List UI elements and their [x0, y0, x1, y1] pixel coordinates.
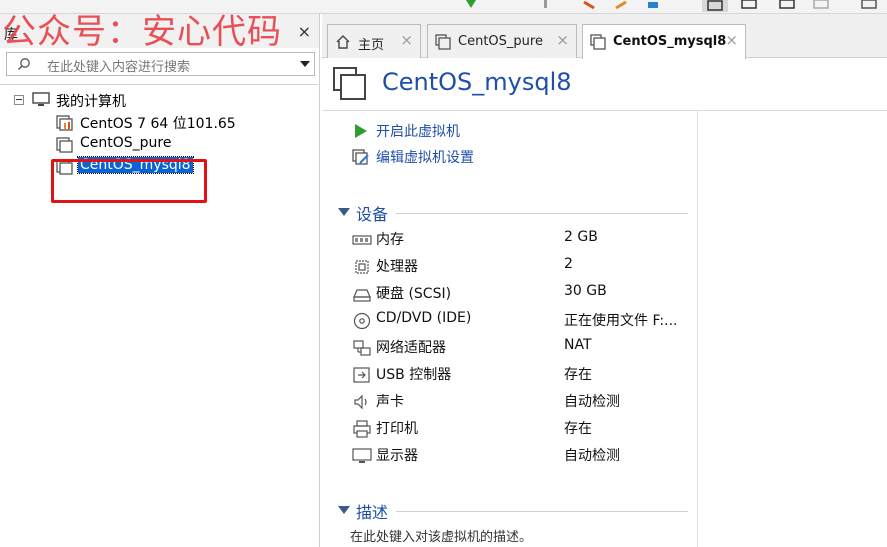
vm-icon — [590, 34, 606, 50]
collapse-icon[interactable] — [14, 95, 24, 105]
section-divider — [396, 213, 688, 214]
vm-details-panel: 开启此虚拟机 编辑虚拟机设置 设备 内存 2 GB 处理器 2 硬盘 (SCSI… — [322, 111, 698, 547]
collapse-arrow-icon[interactable] — [338, 506, 350, 514]
power-on-icon[interactable] — [464, 0, 478, 10]
play-icon — [355, 124, 367, 138]
console-view-icon[interactable] — [860, 0, 878, 10]
tree-root-my-computer[interactable]: 我的计算机 — [0, 91, 318, 111]
vm-icon — [56, 137, 73, 153]
search-placeholder: 在此处键入内容进行搜索 — [47, 60, 191, 75]
display-icon — [352, 448, 372, 463]
description-section-header[interactable]: 描述 — [336, 499, 688, 522]
device-value: 存在 — [564, 367, 592, 383]
tab-centos-pure[interactable]: CentOS_pure × — [427, 24, 577, 58]
tab-bar: 主页 × CentOS_pure × CentOS_mysql8 × — [322, 14, 887, 59]
device-name: USB 控制器 — [376, 367, 452, 383]
device-name: 硬盘 (SCSI) — [376, 286, 452, 302]
device-name: 内存 — [376, 232, 404, 248]
device-row-sound-card[interactable]: 声卡 自动检测 — [352, 391, 692, 413]
description-input[interactable]: 在此处键入对该虚拟机的描述。 — [350, 526, 532, 545]
device-row-memory[interactable]: 内存 2 GB — [352, 229, 692, 251]
tree-item-label: CentOS_pure — [80, 135, 172, 151]
network-adapter-icon — [353, 340, 371, 356]
device-row-display[interactable]: 显示器 自动检测 — [352, 445, 692, 467]
device-name: 打印机 — [376, 421, 418, 437]
highlight-box — [51, 159, 207, 203]
description-section-label: 描述 — [356, 503, 389, 522]
hard-disk-icon — [353, 289, 371, 302]
main-area: 主页 × CentOS_pure × CentOS_mysql8 × CentO… — [322, 14, 887, 547]
devices-section-header[interactable]: 设备 — [336, 201, 688, 224]
tab-label: 主页 — [358, 38, 385, 53]
tree-root-label: 我的计算机 — [56, 94, 126, 110]
library-search-input[interactable]: 在此处键入内容进行搜索 — [6, 52, 315, 76]
device-name: 声卡 — [376, 394, 404, 410]
revert-icon[interactable] — [614, 0, 628, 10]
tab-label: CentOS_pure — [458, 34, 543, 49]
memory-icon — [352, 235, 372, 245]
suspend-icon[interactable] — [540, 0, 552, 10]
library-close-button[interactable]: × — [298, 22, 311, 41]
device-value: 自动检测 — [564, 448, 620, 464]
action-label: 编辑虚拟机设置 — [376, 150, 474, 166]
action-label: 开启此虚拟机 — [376, 124, 460, 140]
vm-title: CentOS_mysql8 — [382, 68, 572, 96]
manage-snapshots-icon[interactable] — [646, 0, 660, 10]
tree-item-label: CentOS 7 64 位101.65 — [80, 116, 236, 132]
device-row-usb[interactable]: USB 控制器 存在 — [352, 364, 692, 386]
device-row-cd-dvd[interactable]: CD/DVD (IDE) 正在使用文件 F:... — [352, 310, 692, 332]
device-value: 2 — [564, 256, 573, 272]
library-panel: 库 × 在此处键入内容进行搜索 我的计算机 CentOS 7 64 位101.6… — [0, 14, 320, 547]
collapse-arrow-icon[interactable] — [338, 208, 350, 216]
device-row-network-adapter[interactable]: 网络适配器 NAT — [352, 337, 692, 359]
vm-large-icon — [333, 67, 366, 100]
tab-centos-mysql8[interactable]: CentOS_mysql8 × — [582, 24, 746, 59]
search-dropdown-icon[interactable] — [300, 61, 310, 67]
sound-card-icon — [354, 394, 367, 410]
tab-close-icon[interactable]: × — [400, 31, 413, 49]
library-tree: 我的计算机 CentOS 7 64 位101.65 CentOS_pure Ce… — [0, 84, 318, 547]
device-value: 存在 — [564, 421, 592, 437]
view-library-icon[interactable] — [702, 0, 728, 12]
device-value: 30 GB — [564, 283, 607, 299]
computer-icon — [32, 92, 50, 106]
usb-icon — [353, 367, 370, 383]
tab-close-icon[interactable]: × — [556, 31, 569, 49]
device-row-processor[interactable]: 处理器 2 — [352, 256, 692, 278]
tree-item-centos-pure[interactable]: CentOS_pure — [0, 135, 318, 155]
vm-icon — [435, 34, 451, 50]
full-screen-icon[interactable] — [778, 0, 796, 10]
tab-home[interactable]: 主页 × — [327, 24, 421, 58]
device-value: 2 GB — [564, 229, 598, 245]
device-row-printer[interactable]: 打印机 存在 — [352, 418, 692, 440]
device-row-hard-disk[interactable]: 硬盘 (SCSI) 30 GB — [352, 283, 692, 305]
watermark: 公众号：安心代码 — [2, 12, 282, 52]
unity-icon[interactable] — [812, 0, 830, 10]
device-value: NAT — [564, 337, 592, 353]
device-name: 显示器 — [376, 448, 418, 464]
device-name: 网络适配器 — [376, 340, 446, 356]
device-value: 正在使用文件 F:... — [564, 313, 678, 329]
edit-settings-icon — [352, 149, 369, 165]
device-value: 自动检测 — [564, 394, 620, 410]
search-icon — [17, 58, 30, 71]
cd-dvd-icon — [353, 312, 371, 330]
tree-item-centos7[interactable]: CentOS 7 64 位101.65 — [0, 113, 318, 133]
vm-running-icon — [56, 115, 73, 131]
view-thumbnail-icon[interactable] — [740, 0, 758, 10]
printer-icon — [353, 420, 371, 438]
tab-close-icon[interactable]: × — [725, 31, 738, 49]
snapshot-icon[interactable] — [582, 0, 596, 10]
device-name: CD/DVD (IDE) — [376, 310, 472, 326]
devices-section-label: 设备 — [356, 205, 389, 224]
section-divider — [396, 511, 688, 512]
processor-icon — [355, 260, 369, 274]
tab-label: CentOS_mysql8 — [613, 34, 727, 49]
device-name: 处理器 — [376, 259, 418, 275]
home-icon — [336, 35, 350, 49]
